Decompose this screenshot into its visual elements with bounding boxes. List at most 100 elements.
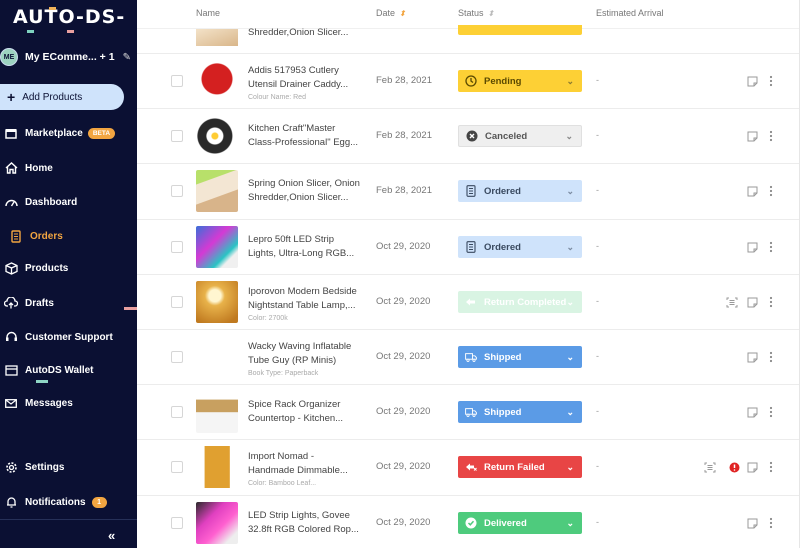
more-options-icon[interactable] [765, 406, 777, 418]
more-options-icon[interactable] [765, 296, 777, 308]
sidebar-item-products[interactable]: Products [0, 258, 137, 278]
add-products-button[interactable]: + Add Products [0, 84, 124, 110]
row-checkbox[interactable] [171, 185, 183, 197]
more-options-icon[interactable] [765, 241, 777, 253]
logo[interactable]: AUTO-DS- [13, 6, 126, 33]
row-checkbox[interactable] [171, 296, 183, 308]
chevron-down-icon: ⌄ [566, 296, 574, 307]
note-icon[interactable] [746, 241, 758, 253]
table-row[interactable]: Import Nomad - Handmade Dimmable... Colo… [137, 439, 799, 494]
product-thumbnail [196, 391, 238, 433]
sidebar-item-home[interactable]: Home [0, 158, 137, 178]
table-row[interactable]: Wacky Waving Inflatable Tube Guy (RP Min… [137, 329, 799, 384]
table-row[interactable]: Addis 517953 Cutlery Utensil Drainer Cad… [137, 53, 799, 108]
alert-icon[interactable] [728, 461, 740, 473]
row-checkbox[interactable] [171, 130, 183, 142]
sidebar-item-customer-support[interactable]: Customer Support [0, 327, 137, 347]
table-row[interactable]: Kitchen Craft"Master Class-Professional"… [137, 108, 799, 163]
home-icon [3, 160, 19, 176]
beta-badge: BETA [87, 127, 116, 139]
more-options-icon[interactable] [765, 461, 777, 473]
product-name[interactable]: Addis 517953 Cutlery Utensil Drainer Cad… [248, 64, 370, 103]
sort-icon[interactable]: ⬍ [488, 9, 495, 18]
sort-icon[interactable]: ⬍ [399, 9, 406, 18]
sidebar-item-label: Notifications [25, 496, 86, 508]
more-options-icon[interactable] [765, 351, 777, 363]
store-selector[interactable]: ME My ECommе... + 1 ✎ [0, 47, 137, 67]
status-dropdown[interactable]: Ordered ⌄ [458, 180, 582, 202]
product-name[interactable]: Iporovon Modern Bedside Nightstand Table… [248, 285, 370, 324]
scan-icon[interactable] [704, 461, 716, 473]
row-checkbox[interactable] [171, 241, 183, 253]
status-label: Ordered [484, 185, 521, 197]
pencil-icon[interactable]: ✎ [123, 52, 131, 63]
status-dropdown[interactable]: Pending ⌄ [458, 70, 582, 92]
sidebar-item-messages[interactable]: Messages [0, 393, 137, 413]
sidebar-item-marketplace[interactable]: Marketplace BETA [0, 123, 137, 143]
product-name[interactable]: Spice Rack Organizer Countertop - Kitche… [248, 398, 370, 426]
more-options-icon[interactable] [765, 517, 777, 529]
sidebar-item-settings[interactable]: Settings [0, 457, 137, 477]
status-dropdown[interactable]: Shipped ⌄ [458, 346, 582, 368]
note-icon[interactable] [746, 75, 758, 87]
chevron-down-icon: ⌄ [566, 406, 574, 417]
more-options-icon[interactable] [765, 185, 777, 197]
note-icon[interactable] [746, 517, 758, 529]
wallet-indicator [36, 380, 48, 383]
sidebar-item-wallet[interactable]: AutoDS Wallet [0, 360, 137, 380]
sidebar-item-notifications[interactable]: Notifications 1 [0, 492, 137, 512]
store-name: My ECommе... + 1 [25, 51, 115, 63]
product-name[interactable]: Lepro 50ft LED Strip Lights, Ultra-Long … [248, 233, 370, 261]
note-icon[interactable] [746, 461, 758, 473]
product-name[interactable]: Spring Onion Slicer, Onion Shredder,Onio… [248, 177, 370, 205]
table-row[interactable]: Spring Onion Slicer, Onion Shredder,Onio… [137, 163, 799, 218]
product-name-line2: Utensil Drainer Caddy... [248, 79, 349, 90]
sidebar-item-drafts[interactable]: Drafts [0, 293, 137, 313]
more-options-icon[interactable] [765, 130, 777, 142]
header-date[interactable]: Date ⬍ [376, 8, 406, 18]
sidebar-item-dashboard[interactable]: Dashboard [0, 192, 137, 212]
logo-text: AUTO-DS- [13, 6, 126, 28]
note-icon[interactable] [746, 296, 758, 308]
headset-icon [3, 329, 19, 345]
table-row[interactable]: Lepro 50ft LED Strip Lights, Ultra-Long … [137, 219, 799, 274]
status-dropdown[interactable]: Ordered ⌄ [458, 236, 582, 258]
estimated-arrival: - [596, 130, 599, 140]
note-icon[interactable] [746, 351, 758, 363]
status-label: Canceled [485, 130, 528, 142]
table-row[interactable]: Spice Rack Organizer Countertop - Kitche… [137, 384, 799, 439]
sidebar-item-orders[interactable]: Orders [0, 226, 137, 246]
product-name[interactable]: LED Strip Lights, Govee 32.8ft RGB Color… [248, 509, 370, 537]
scan-icon[interactable] [726, 296, 738, 308]
table-row[interactable]: Iporovon Modern Bedside Nightstand Table… [137, 274, 799, 329]
product-name[interactable]: Import Nomad - Handmade Dimmable... Colo… [248, 450, 370, 489]
note-icon[interactable] [746, 406, 758, 418]
estimated-arrival: - [596, 296, 599, 306]
status-dropdown[interactable]: Delivered ⌄ [458, 512, 582, 534]
note-icon[interactable] [746, 185, 758, 197]
row-checkbox[interactable] [171, 517, 183, 529]
note-icon[interactable] [746, 130, 758, 142]
status-dropdown[interactable]: Return Completed ⌄ [458, 291, 582, 313]
row-checkbox[interactable] [171, 351, 183, 363]
status-dropdown[interactable] [458, 25, 582, 35]
sidebar-item-label: AutoDS Wallet [25, 364, 94, 376]
estimated-arrival: - [596, 241, 599, 251]
status-label: Return Completed [484, 296, 567, 308]
table-row[interactable]: LED Strip Lights, Govee 32.8ft RGB Color… [137, 495, 799, 548]
row-checkbox[interactable] [171, 406, 183, 418]
status-dropdown[interactable]: Return Failed ⌄ [458, 456, 582, 478]
product-name-line1: Spring Onion Slicer, Onion [248, 178, 360, 189]
product-name[interactable]: Kitchen Craft"Master Class-Professional"… [248, 122, 370, 150]
more-options-icon[interactable] [765, 75, 777, 87]
row-checkbox[interactable] [171, 461, 183, 473]
header-status[interactable]: Status ⬍ [458, 8, 494, 18]
product-name-line1: Spice Rack Organizer [248, 399, 341, 410]
status-label: Return Failed [484, 461, 545, 473]
collapse-sidebar-icon[interactable]: « [108, 528, 115, 543]
row-checkbox[interactable] [171, 75, 183, 87]
status-dropdown[interactable]: Shipped ⌄ [458, 401, 582, 423]
status-dropdown[interactable]: Canceled ⌄ [458, 125, 582, 147]
product-name[interactable]: Wacky Waving Inflatable Tube Guy (RP Min… [248, 340, 370, 379]
chevron-down-icon: ⌄ [566, 461, 574, 472]
